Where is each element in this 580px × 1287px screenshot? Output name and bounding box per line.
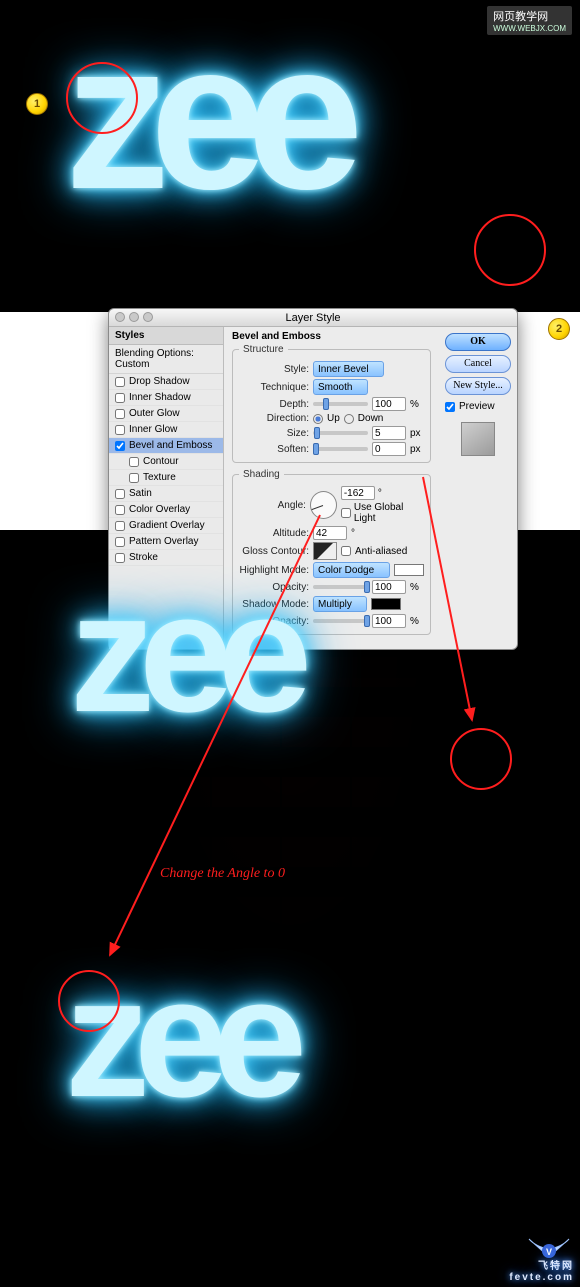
gradient-overlay-checkbox[interactable] (115, 521, 125, 531)
pattern-overlay-checkbox[interactable] (115, 537, 125, 547)
cancel-button[interactable]: Cancel (445, 355, 511, 373)
depth-input[interactable] (372, 397, 406, 411)
bottom-watermark: V 飞特网 fevte.com (509, 1227, 574, 1283)
size-input[interactable] (372, 426, 406, 440)
direction-up-radio[interactable] (313, 414, 323, 424)
panel-title: Bevel and Emboss (232, 331, 431, 342)
marker-1: 1 (26, 93, 48, 115)
effect-drop-shadow[interactable]: Drop Shadow (109, 374, 223, 390)
preview-swatch (461, 422, 495, 456)
effect-bevel-emboss[interactable]: Bevel and Emboss (109, 438, 223, 454)
dialog-title: Layer Style (285, 312, 340, 324)
gloss-contour-picker[interactable] (313, 542, 337, 560)
shadow-opacity-slider[interactable] (313, 619, 368, 623)
watermark-text: 网页教学网 (493, 11, 548, 23)
texture-checkbox[interactable] (129, 473, 139, 483)
style-select[interactable]: Inner Bevel (313, 361, 384, 377)
caption-text: Change the Angle to 0 (160, 866, 285, 882)
shading-legend: Shading (239, 469, 284, 480)
color-overlay-checkbox[interactable] (115, 505, 125, 515)
angle-dial[interactable] (310, 491, 337, 519)
effect-pattern-overlay[interactable]: Pattern Overlay (109, 534, 223, 550)
global-light-checkbox[interactable] (341, 508, 351, 518)
dialog-titlebar[interactable]: Layer Style (109, 309, 517, 327)
highlight-opacity-input[interactable] (372, 580, 406, 594)
dialog-button-column: OK Cancel New Style... Preview (439, 327, 517, 649)
watermark-domain: fevte.com (509, 1272, 574, 1283)
size-slider[interactable] (313, 431, 368, 435)
marker-2: 2 (548, 318, 570, 340)
watermark-url: WWW.WEBJX.COM (493, 24, 566, 33)
inner-shadow-checkbox[interactable] (115, 393, 125, 403)
callout-circle-3 (450, 728, 512, 790)
highlight-color-swatch[interactable] (394, 564, 424, 576)
watermark-brand: 飞特网 (509, 1257, 574, 1272)
structure-legend: Structure (239, 344, 288, 355)
effect-texture[interactable]: Texture (109, 470, 223, 486)
effect-gradient-overlay[interactable]: Gradient Overlay (109, 518, 223, 534)
new-style-button[interactable]: New Style... (445, 377, 511, 395)
effect-inner-glow[interactable]: Inner Glow (109, 422, 223, 438)
shadow-opacity-input[interactable] (372, 614, 406, 628)
preview-row[interactable]: Preview (445, 401, 511, 412)
wings-icon: V (524, 1227, 574, 1261)
blending-options-row[interactable]: Blending Options: Custom (109, 345, 223, 374)
antialiased-checkbox[interactable] (341, 546, 351, 556)
depth-slider[interactable] (313, 402, 368, 406)
direction-down-radio[interactable] (344, 414, 354, 424)
effect-outer-glow[interactable]: Outer Glow (109, 406, 223, 422)
soften-input[interactable] (372, 442, 406, 456)
inner-glow-checkbox[interactable] (115, 425, 125, 435)
structure-group: Structure Style: Inner Bevel Technique: … (232, 344, 431, 463)
drop-shadow-checkbox[interactable] (115, 377, 125, 387)
neon-text-3: zee (65, 940, 291, 1136)
shadow-mode-select[interactable]: Multiply (313, 596, 367, 612)
ok-button[interactable]: OK (445, 333, 511, 351)
effect-satin[interactable]: Satin (109, 486, 223, 502)
svg-text:V: V (546, 1247, 552, 1257)
bevel-emboss-checkbox[interactable] (115, 441, 125, 451)
sidebar-header[interactable]: Styles (109, 327, 223, 345)
global-light-row[interactable]: Use Global Light (341, 502, 424, 524)
altitude-input[interactable] (313, 526, 347, 540)
angle-input[interactable] (341, 486, 375, 500)
callout-circle-2 (474, 214, 546, 286)
satin-checkbox[interactable] (115, 489, 125, 499)
highlight-mode-select[interactable]: Color Dodge (313, 562, 390, 578)
outer-glow-checkbox[interactable] (115, 409, 125, 419)
effect-inner-shadow[interactable]: Inner Shadow (109, 390, 223, 406)
highlight-opacity-slider[interactable] (313, 585, 368, 589)
effect-color-overlay[interactable]: Color Overlay (109, 502, 223, 518)
technique-select[interactable]: Smooth (313, 379, 368, 395)
callout-circle-4 (58, 970, 120, 1032)
callout-circle-1 (66, 62, 138, 134)
neon-text-2: zee (70, 555, 296, 751)
contour-checkbox[interactable] (129, 457, 139, 467)
preview-checkbox[interactable] (445, 402, 455, 412)
effect-contour[interactable]: Contour (109, 454, 223, 470)
shadow-color-swatch[interactable] (371, 598, 401, 610)
top-watermark: 网页教学网 WWW.WEBJX.COM (487, 6, 572, 35)
window-controls[interactable] (115, 312, 153, 322)
soften-slider[interactable] (313, 447, 368, 451)
